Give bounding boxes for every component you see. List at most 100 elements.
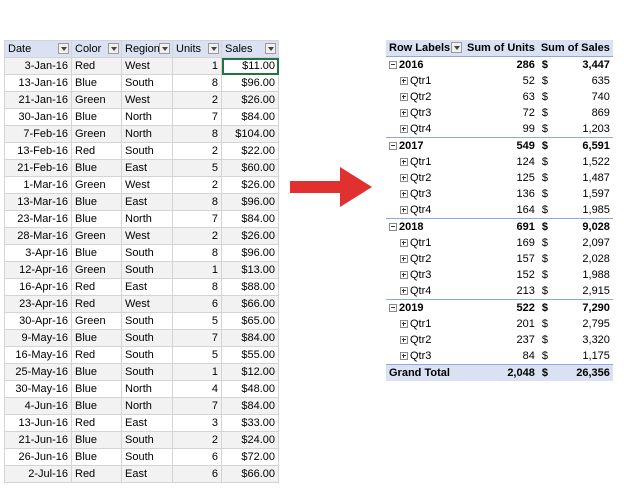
expand-icon[interactable] xyxy=(400,93,408,101)
expand-icon[interactable] xyxy=(400,352,408,360)
cell-date[interactable]: 21-Jan-16 xyxy=(4,91,72,109)
expand-icon[interactable] xyxy=(400,125,408,133)
pivot-row-label[interactable]: Qtr3 xyxy=(386,348,464,365)
cell-date[interactable]: 3-Apr-16 xyxy=(4,244,72,262)
pivot-row-label[interactable]: Qtr2 xyxy=(386,89,464,105)
cell-region[interactable]: South xyxy=(121,312,173,330)
cell-color[interactable]: Green xyxy=(71,91,122,109)
pivot-row-label[interactable]: Qtr2 xyxy=(386,170,464,186)
cell-sales[interactable]: $26.00 xyxy=(221,227,279,245)
cell-sales[interactable]: $84.00 xyxy=(221,397,279,415)
header-sales[interactable]: Sales xyxy=(221,40,279,58)
cell-date[interactable]: 2-Jul-16 xyxy=(4,465,72,483)
pivot-header-units[interactable]: Sum of Units xyxy=(464,40,538,57)
cell-color[interactable]: Blue xyxy=(71,397,122,415)
pivot-row-label[interactable]: Qtr4 xyxy=(386,121,464,138)
pivot-row-label[interactable]: Grand Total xyxy=(386,364,464,381)
cell-date[interactable]: 30-Apr-16 xyxy=(4,312,72,330)
pivot-sales-value[interactable]: 3,447 xyxy=(560,56,613,73)
cell-units[interactable]: 6 xyxy=(172,448,222,466)
pivot-units-value[interactable]: 213 xyxy=(464,283,538,300)
cell-sales[interactable]: $60.00 xyxy=(221,159,279,177)
pivot-units-value[interactable]: 152 xyxy=(464,267,538,283)
cell-region[interactable]: West xyxy=(121,91,173,109)
cell-date[interactable]: 23-Mar-16 xyxy=(4,210,72,228)
expand-icon[interactable] xyxy=(400,336,408,344)
cell-region[interactable]: North xyxy=(121,210,173,228)
pivot-sales-value[interactable]: 7,290 xyxy=(560,299,613,316)
cell-sales[interactable]: $66.00 xyxy=(221,465,279,483)
pivot-sales-value[interactable]: 6,591 xyxy=(560,137,613,154)
header-units[interactable]: Units xyxy=(172,40,222,58)
pivot-sales-value[interactable]: 2,097 xyxy=(561,235,613,251)
cell-color[interactable]: Blue xyxy=(71,210,122,228)
header-region[interactable]: Region xyxy=(121,40,173,58)
cell-region[interactable]: West xyxy=(121,295,173,313)
pivot-units-value[interactable]: 63 xyxy=(464,89,538,105)
cell-sales[interactable]: $104.00 xyxy=(221,125,279,143)
pivot-units-value[interactable]: 164 xyxy=(464,202,538,219)
pivot-units-value[interactable]: 136 xyxy=(464,186,538,202)
cell-date[interactable]: 30-May-16 xyxy=(4,380,72,398)
cell-color[interactable]: Blue xyxy=(71,329,122,347)
cell-units[interactable]: 6 xyxy=(172,295,222,313)
cell-units[interactable]: 4 xyxy=(172,380,222,398)
expand-icon[interactable] xyxy=(400,174,408,182)
pivot-units-value[interactable]: 522 xyxy=(464,299,538,316)
cell-units[interactable]: 2 xyxy=(172,431,222,449)
cell-sales[interactable]: $24.00 xyxy=(221,431,279,449)
cell-region[interactable]: South xyxy=(121,448,173,466)
pivot-units-value[interactable]: 169 xyxy=(464,235,538,251)
cell-color[interactable]: Blue xyxy=(71,380,122,398)
cell-sales[interactable]: $65.00 xyxy=(221,312,279,330)
cell-color[interactable]: Red xyxy=(71,414,122,432)
expand-icon[interactable] xyxy=(400,320,408,328)
filter-dropdown-icon[interactable] xyxy=(451,42,462,53)
cell-region[interactable]: West xyxy=(121,176,173,194)
cell-sales[interactable]: $84.00 xyxy=(221,108,279,126)
cell-sales[interactable]: $12.00 xyxy=(221,363,279,381)
cell-units[interactable]: 8 xyxy=(172,74,222,92)
cell-date[interactable]: 12-Apr-16 xyxy=(4,261,72,279)
cell-region[interactable]: South xyxy=(121,329,173,347)
cell-color[interactable]: Red xyxy=(71,278,122,296)
pivot-units-value[interactable]: 84 xyxy=(464,348,538,365)
cell-units[interactable]: 8 xyxy=(172,125,222,143)
cell-sales[interactable]: $48.00 xyxy=(221,380,279,398)
pivot-header-sales[interactable]: Sum of Sales xyxy=(537,40,613,57)
pivot-row-label[interactable]: 2019 xyxy=(386,299,464,316)
pivot-sales-value[interactable]: 740 xyxy=(561,89,613,105)
expand-icon[interactable] xyxy=(400,239,408,247)
cell-region[interactable]: West xyxy=(121,227,173,245)
expand-icon[interactable] xyxy=(400,109,408,117)
pivot-sales-value[interactable]: 1,487 xyxy=(561,170,613,186)
cell-sales[interactable]: $33.00 xyxy=(221,414,279,432)
header-color[interactable]: Color xyxy=(71,40,122,58)
cell-color[interactable]: Red xyxy=(71,142,122,160)
cell-date[interactable]: 21-Jun-16 xyxy=(4,431,72,449)
pivot-row-label[interactable]: 2016 xyxy=(386,56,464,73)
collapse-icon[interactable] xyxy=(389,61,397,69)
pivot-sales-value[interactable]: 1,203 xyxy=(561,121,613,138)
pivot-sales-value[interactable]: 1,597 xyxy=(561,186,613,202)
cell-color[interactable]: Red xyxy=(71,295,122,313)
pivot-row-label[interactable]: Qtr1 xyxy=(386,235,464,251)
cell-date[interactable]: 13-Mar-16 xyxy=(4,193,72,211)
cell-color[interactable]: Green xyxy=(71,176,122,194)
cell-region[interactable]: East xyxy=(121,193,173,211)
pivot-sales-value[interactable]: 2,795 xyxy=(561,316,613,332)
pivot-units-value[interactable]: 286 xyxy=(464,56,538,73)
filter-dropdown-icon[interactable] xyxy=(265,43,276,54)
cell-units[interactable]: 2 xyxy=(172,91,222,109)
pivot-units-value[interactable]: 72 xyxy=(464,105,538,121)
cell-region[interactable]: West xyxy=(121,57,173,75)
cell-region[interactable]: North xyxy=(121,108,173,126)
pivot-sales-value[interactable]: 2,028 xyxy=(561,251,613,267)
cell-sales[interactable]: $55.00 xyxy=(221,346,279,364)
filter-dropdown-icon[interactable] xyxy=(58,43,69,54)
cell-color[interactable]: Red xyxy=(71,57,122,75)
expand-icon[interactable] xyxy=(400,271,408,279)
cell-date[interactable]: 25-May-16 xyxy=(4,363,72,381)
cell-color[interactable]: Blue xyxy=(71,108,122,126)
cell-units[interactable]: 2 xyxy=(172,142,222,160)
